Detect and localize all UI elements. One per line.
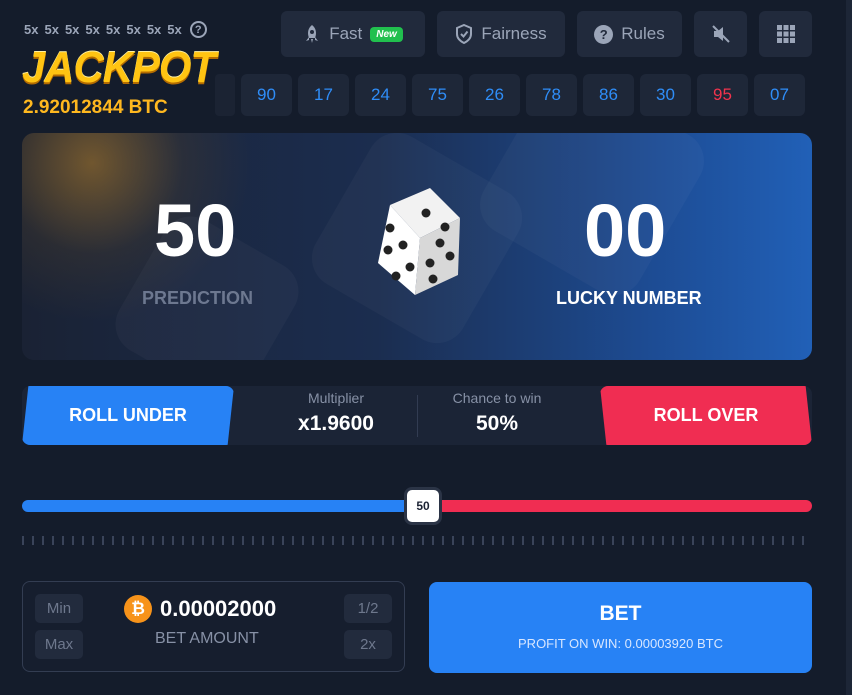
lucky-number-value: 00 (584, 189, 667, 272)
history-item: 07 (754, 74, 805, 116)
history-item: 26 (469, 74, 520, 116)
multiplier-chip: 5x (105, 22, 121, 37)
slider-track-over[interactable] (422, 500, 812, 512)
double-button[interactable]: 2x (344, 630, 392, 659)
jackpot-amount: 2.92012844 BTC (23, 97, 168, 118)
fast-button[interactable]: Fast New (281, 11, 425, 57)
multiplier-stat: Multiplier x1.9600 (276, 390, 396, 436)
stat-divider (417, 395, 418, 437)
history-item: 95 (697, 74, 748, 116)
bet-amount-input[interactable]: 0.00002000 (160, 596, 276, 622)
history-item: 90 (241, 74, 292, 116)
shield-icon (456, 24, 473, 44)
fairness-button[interactable]: Fairness (437, 11, 565, 57)
rocket-icon (306, 25, 319, 43)
sound-toggle-button[interactable] (694, 11, 747, 57)
dice-icon (378, 188, 460, 295)
sound-muted-icon (711, 25, 730, 43)
max-button[interactable]: Max (35, 630, 83, 659)
history-item: 30 (640, 74, 691, 116)
jackpot-multipliers: 5x 5x 5x 5x 5x 5x 5x 5x ? (24, 21, 207, 38)
jackpot-title: JACKPOT (22, 43, 216, 92)
profit-on-win: PROFIT ON WIN: 0.00003920 BTC (518, 636, 723, 651)
roll-over-button[interactable]: ROLL OVER (600, 386, 812, 445)
lucky-number-label: LUCKY NUMBER (556, 288, 702, 308)
grid-menu-button[interactable] (759, 11, 812, 57)
slider-track-under[interactable] (22, 500, 422, 512)
fast-label: Fast (329, 24, 363, 43)
new-badge: New (370, 26, 403, 42)
help-icon[interactable]: ? (189, 21, 207, 38)
multiplier-chip: 5x (126, 22, 141, 37)
right-edge-strip (846, 0, 852, 695)
half-button[interactable]: 1/2 (344, 594, 392, 623)
roll-under-button[interactable]: ROLL UNDER (22, 386, 234, 445)
multiplier-chip: 5x (44, 22, 59, 37)
bet-amount-label: BET AMOUNT (155, 630, 259, 647)
rules-label: Rules (621, 24, 665, 43)
chance-value: 50% (475, 412, 519, 435)
multiplier-value: x1.9600 (298, 412, 374, 435)
results-history: 90 17 24 75 26 78 86 30 95 07 (215, 74, 805, 116)
prediction-value: 50 (154, 189, 237, 272)
history-item: 86 (583, 74, 634, 116)
history-item: 75 (412, 74, 463, 116)
slider-ticks (22, 536, 812, 545)
grid-icon (776, 25, 795, 43)
multiplier-label: Multiplier (307, 390, 364, 406)
slider-thumb[interactable]: 50 (404, 487, 442, 525)
rules-button[interactable]: ? Rules (577, 11, 682, 57)
question-icon: ? (594, 24, 614, 44)
multiplier-chip: 5x (85, 22, 100, 37)
bet-button-label: BET (599, 602, 642, 625)
multiplier-chip: 5x (167, 22, 182, 37)
bet-button[interactable]: BET PROFIT ON WIN: 0.00003920 BTC (429, 582, 812, 673)
chance-stat: Chance to win 50% (437, 390, 557, 436)
chance-label: Chance to win (452, 390, 542, 406)
multiplier-chip: 5x (146, 22, 162, 37)
min-button[interactable]: Min (35, 594, 83, 623)
history-fade (215, 74, 235, 116)
fairness-label: Fairness (481, 24, 547, 43)
multiplier-chip: 5x (24, 22, 39, 37)
history-item: 17 (298, 74, 349, 116)
history-item: 78 (526, 74, 577, 116)
bitcoin-icon: ₿ (124, 595, 152, 623)
prediction-label: PREDICTION (142, 288, 254, 308)
result-panel: 50 PREDICTION 00 LUCKY NUMBER (22, 133, 812, 360)
history-item: 24 (355, 74, 406, 116)
multiplier-chip: 5x (64, 22, 80, 37)
